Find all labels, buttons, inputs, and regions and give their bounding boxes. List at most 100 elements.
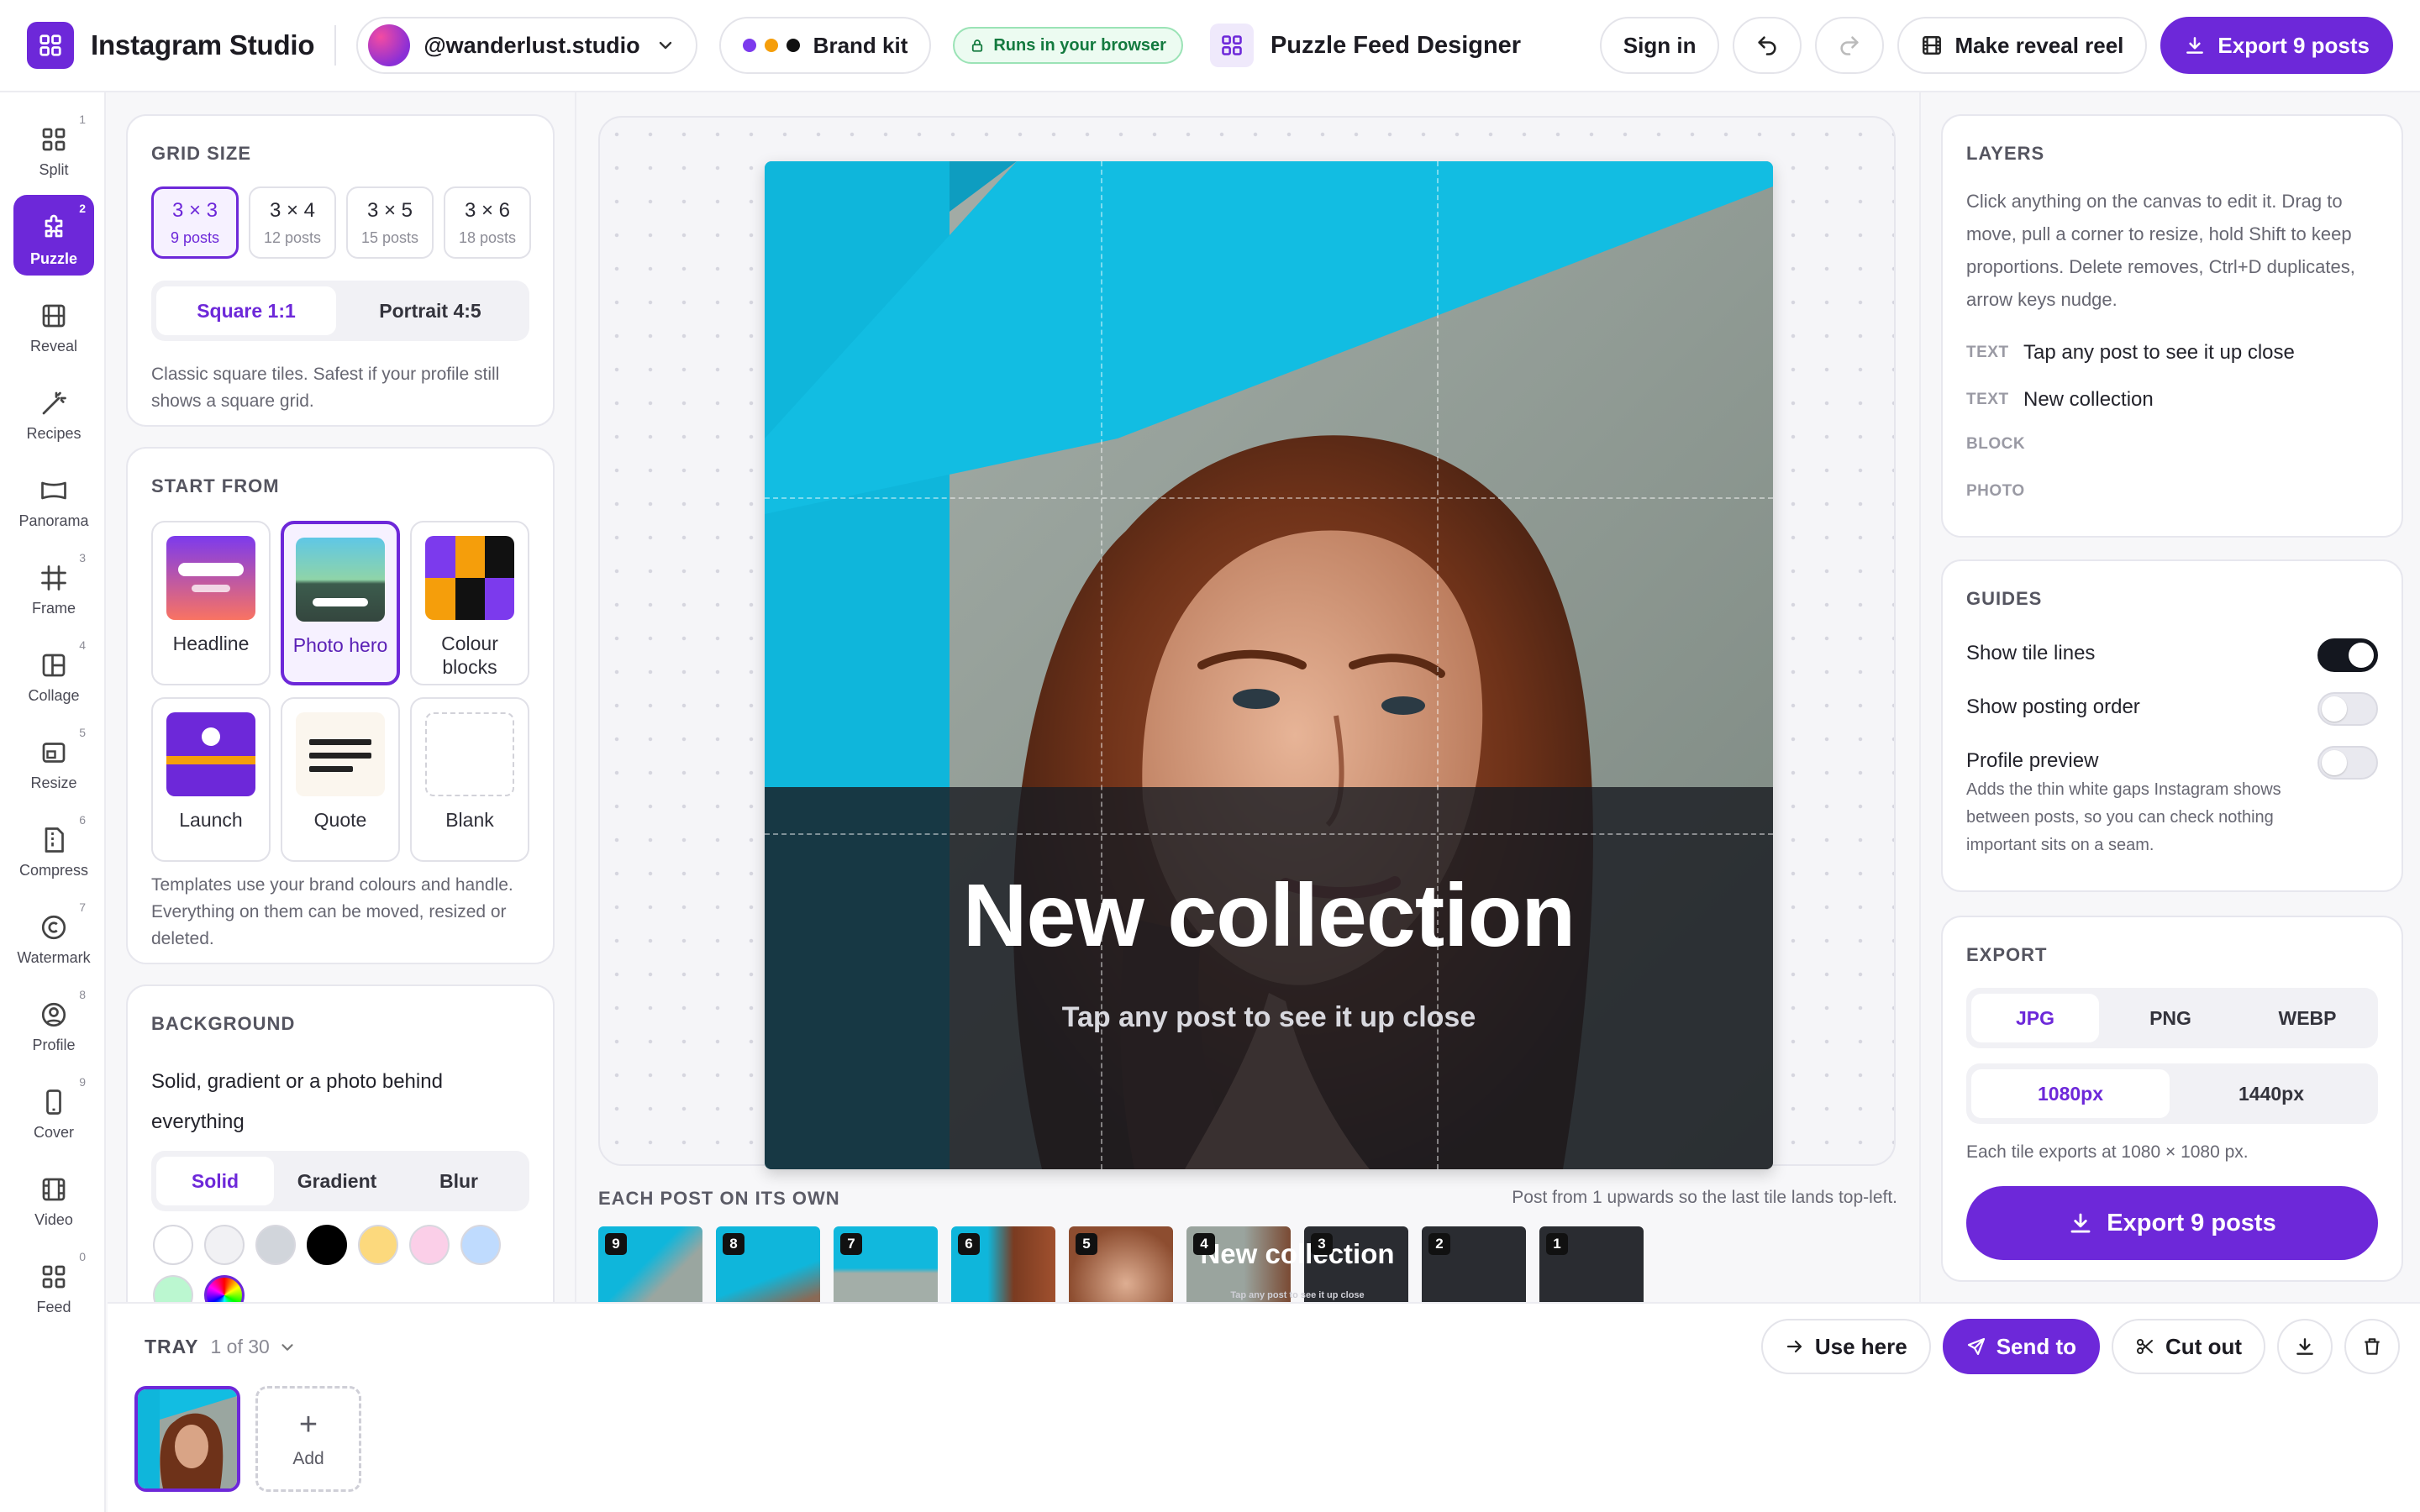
template-blank[interactable]: Blank	[410, 697, 529, 862]
rail-item-compress[interactable]: Compress 6	[13, 806, 94, 887]
color-swatch[interactable]	[460, 1225, 501, 1265]
template-quote[interactable]: Quote	[281, 697, 400, 862]
grid-size-3x5[interactable]: 3 × 5 15 posts	[346, 186, 434, 259]
custom-color-picker[interactable]	[204, 1275, 245, 1302]
delete-button[interactable]	[2344, 1319, 2400, 1374]
layer-item[interactable]: BLOCK	[1966, 435, 2025, 454]
download-button[interactable]	[2277, 1319, 2333, 1374]
rail-item-reveal[interactable]: Reveal	[13, 282, 94, 363]
toggle-knob	[2322, 750, 2347, 775]
rail-item-cover[interactable]: Cover 9	[13, 1068, 94, 1149]
shape-square-option[interactable]: Square 1:1	[156, 286, 336, 335]
shape-portrait-option[interactable]: Portrait 4:5	[336, 286, 524, 335]
account-switcher[interactable]: @wanderlust.studio	[356, 17, 697, 74]
tray-title: TRAY	[145, 1336, 199, 1357]
post-order-badge: 7	[840, 1233, 862, 1255]
format-option-webp[interactable]: WEBP	[2242, 994, 2373, 1042]
layer-item[interactable]: TEXT Tap any post to see it up close	[1966, 341, 2295, 365]
canvas-headline-text[interactable]: New collection	[765, 865, 1773, 967]
color-swatch[interactable]	[204, 1225, 245, 1265]
panorama-icon	[41, 481, 66, 500]
background-tab-gradient[interactable]: Gradient	[274, 1157, 400, 1205]
color-swatch[interactable]	[307, 1225, 347, 1265]
layer-type: TEXT	[1966, 344, 2009, 361]
rail-shortcut: 7	[79, 900, 86, 914]
profile-preview-toggle[interactable]	[2317, 746, 2378, 780]
canvas-subline-text[interactable]: Tap any post to see it up close	[765, 1001, 1773, 1034]
color-swatch[interactable]	[409, 1225, 450, 1265]
copyright-icon	[41, 915, 66, 940]
brand-kit-button[interactable]: Brand kit	[718, 17, 932, 74]
background-tab-solid[interactable]: Solid	[156, 1157, 274, 1205]
rail-item-profile[interactable]: Profile 8	[13, 981, 94, 1062]
send-to-button[interactable]: Send to	[1942, 1319, 2101, 1374]
rail-item-recipes[interactable]: Recipes	[13, 370, 94, 450]
posting-order-toggle[interactable]	[2317, 692, 2378, 726]
tray-add-button[interactable]: + Add	[255, 1386, 361, 1492]
rail-shortcut: 3	[79, 551, 86, 564]
rail-item-panorama[interactable]: Panorama	[13, 457, 94, 538]
color-swatch[interactable]	[255, 1225, 296, 1265]
use-here-label: Use here	[1814, 1333, 1907, 1359]
redo-button[interactable]	[1815, 17, 1885, 74]
collage-icon	[42, 654, 66, 677]
grid-size-3x6[interactable]: 3 × 6 18 posts	[444, 186, 531, 259]
rail-item-split[interactable]: Split 1	[13, 106, 94, 186]
tile-guide-line	[765, 497, 1773, 499]
rail-item-puzzle[interactable]: Puzzle 2	[13, 195, 94, 276]
export-posts-main-button[interactable]: Export 9 posts	[1966, 1186, 2378, 1260]
color-swatch[interactable]	[358, 1225, 398, 1265]
tray-heading[interactable]: TRAY 1 of 30	[145, 1336, 297, 1358]
grid-size-label: 3 × 4	[269, 198, 316, 222]
undo-button[interactable]	[1733, 17, 1802, 74]
rail-shortcut: 8	[79, 988, 86, 1001]
tile-lines-label: Show tile lines	[1966, 642, 2096, 664]
canvas-photo[interactable]: New collection Tap any post to see it up…	[765, 161, 1773, 1169]
sign-in-button[interactable]: Sign in	[1599, 17, 1720, 74]
template-photo-hero[interactable]: Photo hero	[281, 521, 400, 685]
layer-item[interactable]: TEXT New collection	[1966, 388, 2154, 412]
cut-out-button[interactable]: Cut out	[2112, 1319, 2265, 1374]
grid-size-3x4[interactable]: 3 × 4 12 posts	[249, 186, 336, 259]
template-headline[interactable]: Headline	[151, 521, 271, 685]
template-launch[interactable]: Launch	[151, 697, 271, 862]
guides-card: GUIDES Show tile lines Show posting orde…	[1941, 559, 2403, 892]
rail-item-feed[interactable]: Feed 0	[13, 1243, 94, 1324]
puzzle-icon	[45, 214, 63, 238]
size-option-1080[interactable]: 1080px	[1971, 1069, 2170, 1118]
text-block-band[interactable]	[765, 787, 1773, 1169]
grid-size-label: 3 × 6	[464, 198, 511, 222]
rail-label: Profile	[32, 1037, 76, 1053]
grid-size-count: 18 posts	[458, 228, 517, 246]
tile-lines-toggle[interactable]	[2317, 638, 2378, 672]
tray-thumbnail[interactable]	[134, 1386, 240, 1492]
rail-item-collage[interactable]: Collage 4	[13, 632, 94, 712]
use-here-button[interactable]: Use here	[1760, 1319, 1931, 1374]
template-headline-thumb	[166, 536, 255, 620]
background-tab-blur[interactable]: Blur	[400, 1157, 518, 1205]
brand-color-dot	[742, 39, 756, 52]
grid-size-3x3[interactable]: 3 × 3 9 posts	[151, 186, 239, 259]
template-colour-blocks[interactable]: Colour blocks	[410, 521, 529, 685]
rail-item-video[interactable]: Video	[13, 1156, 94, 1236]
rail-item-frame[interactable]: Frame 3	[13, 544, 94, 625]
color-swatch[interactable]	[153, 1275, 193, 1302]
send-to-label: Send to	[1996, 1333, 2077, 1359]
layer-item[interactable]: PHOTO	[1966, 482, 2024, 501]
make-reveal-reel-button[interactable]: Make reveal reel	[1897, 17, 2148, 74]
app-window: Instagram Studio @wanderlust.studio Bran…	[0, 0, 2420, 1512]
format-option-jpg[interactable]: JPG	[1971, 994, 2099, 1042]
plus-icon: +	[298, 1407, 318, 1442]
toggle-knob	[2322, 696, 2347, 722]
rail-item-resize[interactable]: Resize 5	[13, 719, 94, 800]
grid-size-label: 3 × 5	[366, 198, 413, 222]
size-option-1440[interactable]: 1440px	[2170, 1069, 2373, 1118]
post-order-badge: 2	[1428, 1233, 1450, 1255]
rail-label: Feed	[36, 1299, 71, 1315]
color-swatch[interactable]	[153, 1225, 193, 1265]
format-option-png[interactable]: PNG	[2099, 994, 2242, 1042]
rail-item-watermark[interactable]: Watermark 7	[13, 894, 94, 974]
app-logo-icon	[27, 22, 74, 69]
export-posts-button[interactable]: Export 9 posts	[2160, 17, 2393, 74]
wand-icon	[42, 391, 66, 415]
